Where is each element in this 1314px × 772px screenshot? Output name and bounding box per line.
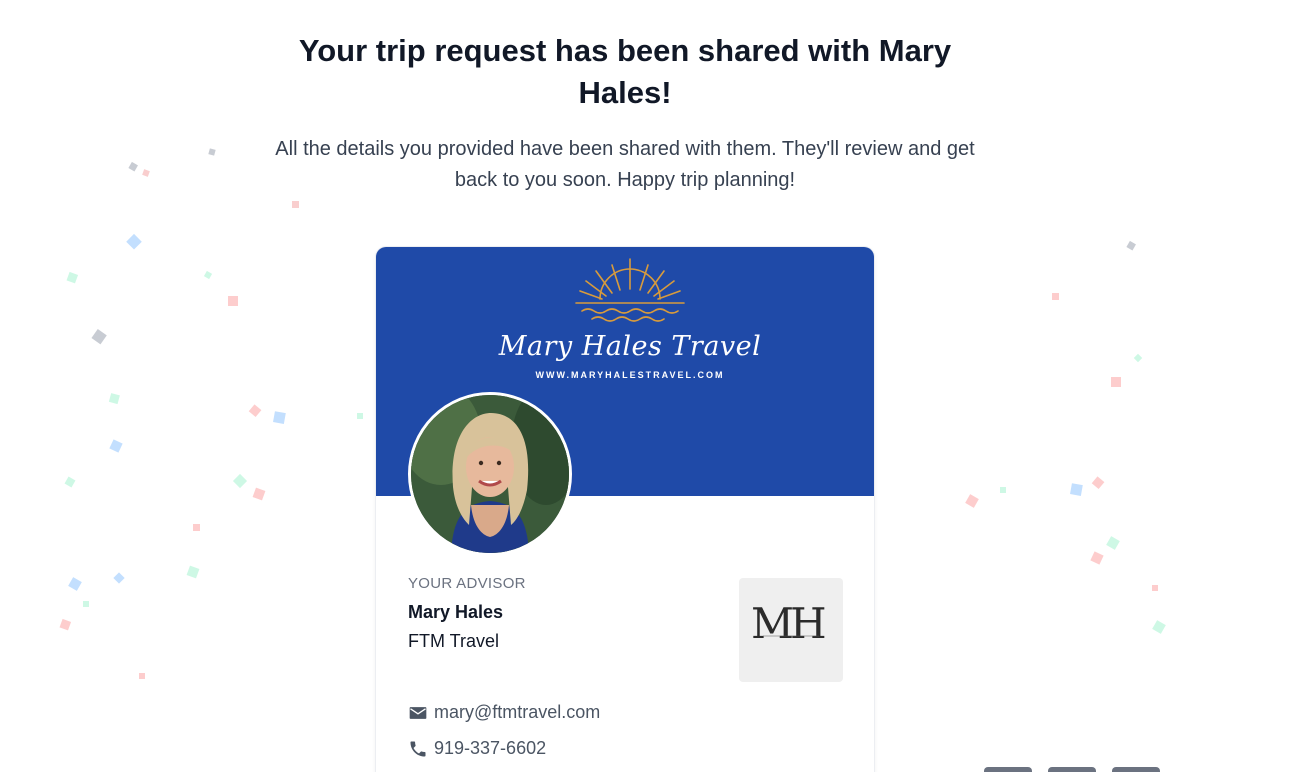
advisor-label: YOUR ADVISOR	[408, 575, 526, 592]
email-icon	[409, 706, 427, 719]
phone-row[interactable]: 919-337-6602	[408, 738, 546, 759]
advisor-email[interactable]: mary@ftmtravel.com	[434, 702, 600, 723]
partial-button-3[interactable]	[1112, 767, 1160, 772]
email-row[interactable]: mary@ftmtravel.com	[408, 702, 600, 723]
partial-button-2[interactable]	[1048, 767, 1096, 772]
advisor-company: FTM Travel	[408, 631, 500, 651]
partial-button-1[interactable]	[984, 767, 1032, 772]
confirmation-subtext: All the details you provided have been s…	[275, 138, 975, 191]
advisor-phone[interactable]: 919-337-6602	[434, 738, 546, 759]
brand-url: WWW.MARYHALESTRAVEL.COM	[535, 370, 725, 380]
advisor-avatar	[408, 392, 572, 556]
company-logo-text: MH	[751, 599, 825, 648]
phone-icon	[410, 741, 426, 756]
advisor-name: Mary Hales	[408, 602, 504, 622]
advisor-card: Mary Hales Travel WWW.MARYHALESTRAVEL.CO…	[376, 247, 874, 772]
company-logo: MH	[739, 578, 843, 682]
sun-logo-icon	[575, 258, 685, 322]
confirmation-page: Your trip request has been shared with M…	[0, 0, 1314, 772]
confirmation-heading: Your trip request has been shared with M…	[298, 33, 952, 110]
brand-name: Mary Hales Travel	[498, 331, 762, 362]
